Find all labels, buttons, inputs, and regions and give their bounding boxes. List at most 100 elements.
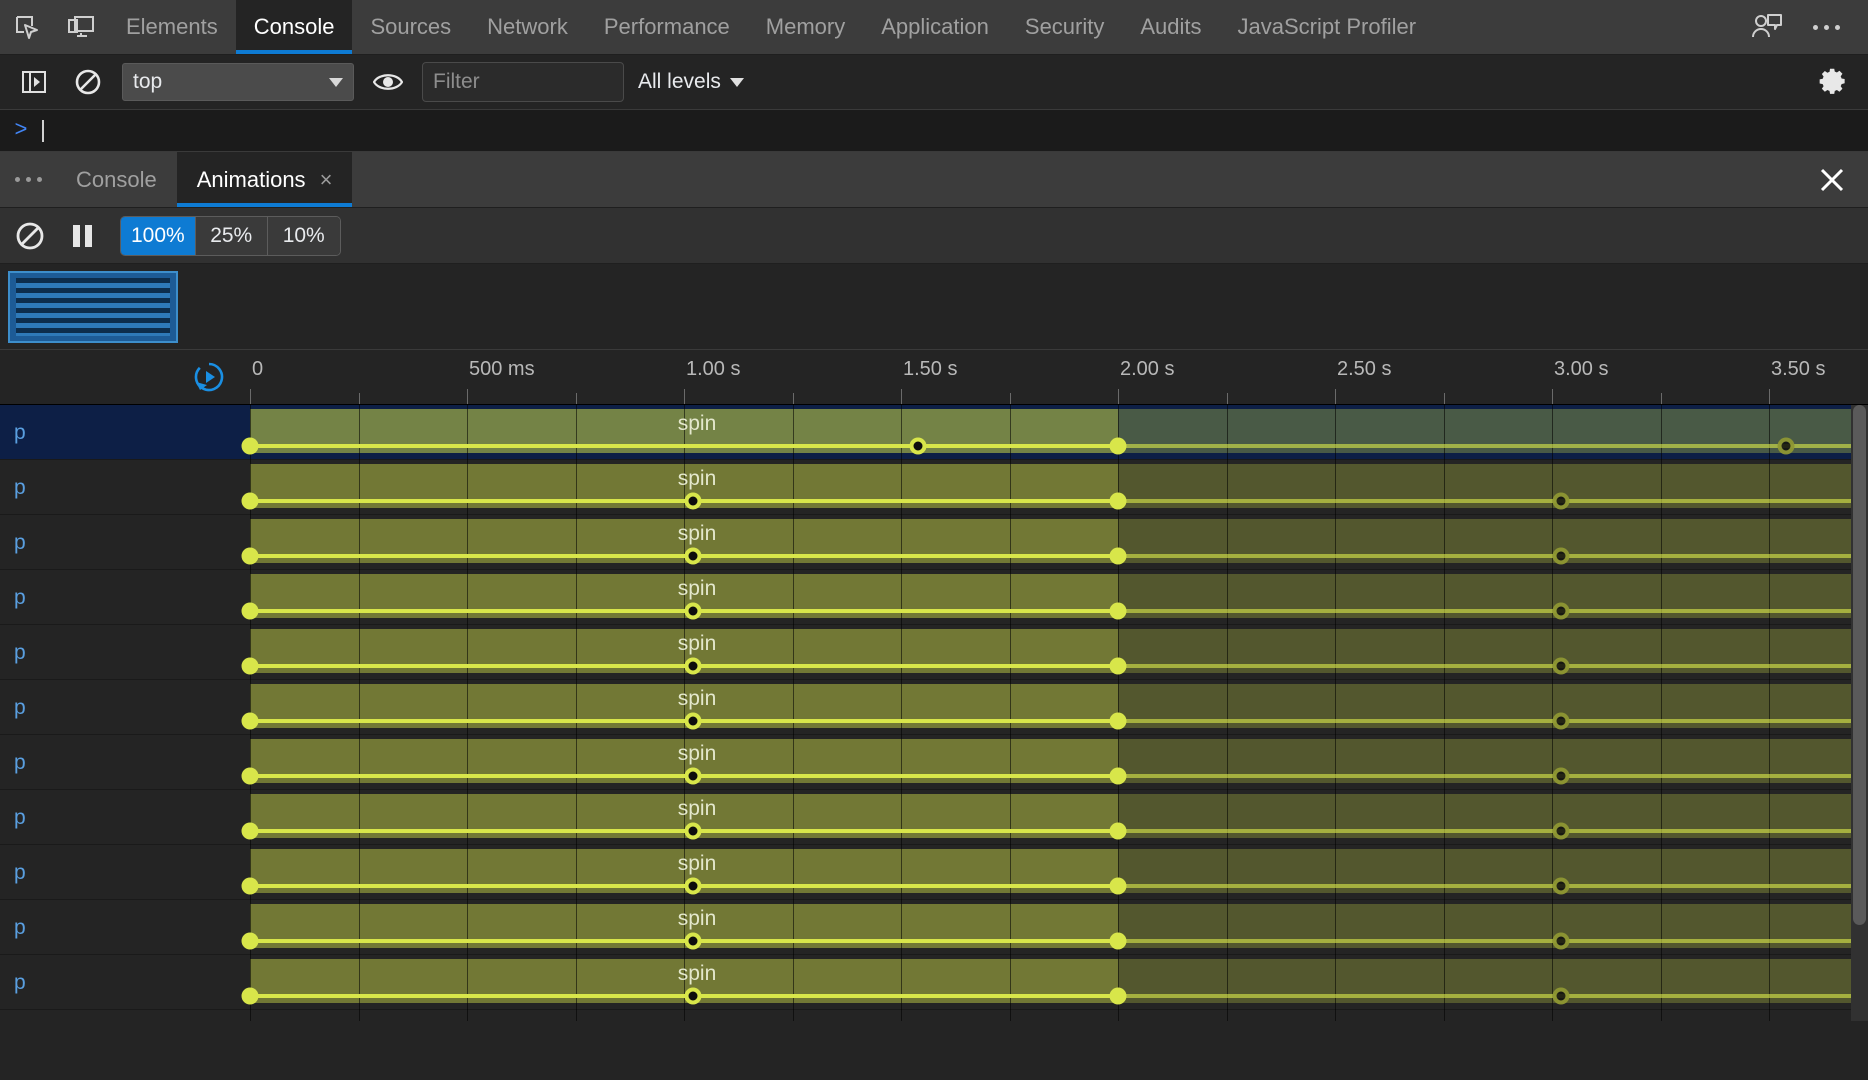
keyframe-midpoint[interactable] (1552, 877, 1570, 895)
keyframe-midpoint[interactable] (684, 602, 702, 620)
drawer-tab-console[interactable]: Console (56, 152, 177, 207)
animation-row[interactable]: p spin (0, 955, 1868, 1010)
more-options-icon[interactable] (1800, 7, 1852, 47)
animation-row[interactable]: p spin (0, 845, 1868, 900)
clear-animations-icon[interactable] (12, 218, 48, 254)
tab-elements[interactable]: Elements (108, 0, 236, 54)
animation-row-track[interactable]: spin (241, 460, 1868, 514)
console-prompt-input[interactable] (42, 119, 44, 142)
keyframe-midpoint[interactable] (684, 987, 702, 1005)
animation-row-track[interactable]: spin (241, 625, 1868, 679)
animation-row[interactable]: p spin (0, 515, 1868, 570)
keyframe-endpoint[interactable] (241, 712, 259, 730)
keyframe-midpoint[interactable] (1552, 767, 1570, 785)
keyframe-endpoint[interactable] (241, 657, 259, 675)
animation-row[interactable]: p spin (0, 405, 1868, 460)
clear-console-icon[interactable] (68, 62, 108, 102)
tab-sources[interactable]: Sources (352, 0, 469, 54)
device-toolbar-icon[interactable] (54, 0, 108, 54)
keyframe-endpoint[interactable] (1109, 767, 1127, 785)
timeline-ruler[interactable]: 0 500 ms 1.00 s 1.50 s 2.00 s 2.50 s 3.00 s 3.5… (0, 350, 1868, 405)
keyframe-endpoint[interactable] (1109, 932, 1127, 950)
keyframe-endpoint[interactable] (241, 492, 259, 510)
animation-row[interactable]: p spin (0, 460, 1868, 515)
tab-network[interactable]: Network (469, 0, 586, 54)
keyframe-midpoint[interactable] (684, 712, 702, 730)
keyframe-endpoint[interactable] (241, 877, 259, 895)
keyframe-midpoint[interactable] (1552, 492, 1570, 510)
settings-gear-icon[interactable] (1814, 62, 1854, 102)
keyframe-endpoint[interactable] (1109, 712, 1127, 730)
close-tab-icon[interactable]: × (320, 168, 333, 191)
animation-row-track[interactable]: spin (241, 570, 1868, 624)
close-drawer-button[interactable] (1796, 152, 1868, 207)
keyframe-midpoint[interactable] (684, 547, 702, 565)
keyframe-endpoint[interactable] (1109, 987, 1127, 1005)
keyframe-midpoint[interactable] (684, 492, 702, 510)
animation-row-track[interactable]: spin (241, 790, 1868, 844)
animation-row[interactable]: p spin (0, 735, 1868, 790)
animation-row-track[interactable]: spin (241, 405, 1868, 459)
keyframe-midpoint[interactable] (684, 822, 702, 840)
animation-row-track[interactable]: spin (241, 680, 1868, 734)
animation-row-track[interactable]: spin (241, 845, 1868, 899)
keyframe-endpoint[interactable] (1109, 657, 1127, 675)
keyframe-endpoint[interactable] (241, 602, 259, 620)
drawer-more-icon[interactable] (0, 152, 56, 207)
tab-performance[interactable]: Performance (586, 0, 748, 54)
keyframe-midpoint[interactable] (1552, 602, 1570, 620)
keyframe-midpoint[interactable] (684, 932, 702, 950)
tab-memory[interactable]: Memory (748, 0, 863, 54)
speed-button-10[interactable]: 10% (267, 216, 340, 255)
animation-row-track[interactable]: spin (241, 955, 1868, 1009)
pause-all-icon[interactable] (64, 218, 100, 254)
animation-row[interactable]: p spin (0, 900, 1868, 955)
scrollbar-thumb[interactable] (1853, 405, 1866, 925)
animation-row-track[interactable]: spin (241, 735, 1868, 789)
keyframe-endpoint[interactable] (1109, 877, 1127, 895)
animation-row[interactable]: p spin (0, 625, 1868, 680)
filter-input[interactable] (422, 62, 624, 102)
keyframe-midpoint[interactable] (684, 657, 702, 675)
feedback-person-icon[interactable] (1740, 13, 1794, 41)
speed-button-100[interactable]: 100% (121, 216, 196, 255)
keyframe-endpoint[interactable] (241, 987, 259, 1005)
keyframe-midpoint[interactable] (1552, 822, 1570, 840)
keyframe-endpoint[interactable] (1109, 492, 1127, 510)
keyframe-midpoint[interactable] (909, 437, 927, 455)
animation-row[interactable]: p spin (0, 790, 1868, 845)
keyframe-endpoint[interactable] (1109, 437, 1127, 455)
keyframe-midpoint[interactable] (1552, 987, 1570, 1005)
animation-row-track[interactable]: spin (241, 515, 1868, 569)
tab-javascript-profiler[interactable]: JavaScript Profiler (1220, 0, 1435, 54)
console-sidebar-icon[interactable] (14, 62, 54, 102)
keyframe-endpoint[interactable] (1109, 602, 1127, 620)
keyframe-midpoint[interactable] (1552, 657, 1570, 675)
keyframe-midpoint[interactable] (1552, 932, 1570, 950)
tab-security[interactable]: Security (1007, 0, 1122, 54)
speed-button-25[interactable]: 25% (195, 216, 268, 255)
live-expression-eye-icon[interactable] (368, 62, 408, 102)
animation-row[interactable]: p spin (0, 570, 1868, 625)
keyframe-endpoint[interactable] (241, 767, 259, 785)
vertical-scrollbar[interactable] (1851, 405, 1868, 1021)
keyframe-midpoint[interactable] (684, 767, 702, 785)
animation-row[interactable]: p spin (0, 680, 1868, 735)
keyframe-midpoint[interactable] (684, 877, 702, 895)
tab-console[interactable]: Console (235, 0, 353, 54)
tab-application[interactable]: Application (863, 0, 1007, 54)
keyframe-endpoint[interactable] (241, 437, 259, 455)
animation-group-preview[interactable] (8, 270, 178, 343)
keyframe-endpoint[interactable] (241, 547, 259, 565)
log-levels-select[interactable]: All levels (638, 70, 744, 94)
keyframe-endpoint[interactable] (241, 822, 259, 840)
inspect-element-icon[interactable] (0, 0, 54, 54)
keyframe-endpoint[interactable] (1109, 547, 1127, 565)
drawer-tab-animations[interactable]: Animations × (176, 152, 353, 207)
keyframe-midpoint[interactable] (1552, 712, 1570, 730)
keyframe-midpoint[interactable] (1552, 547, 1570, 565)
tab-audits[interactable]: Audits (1122, 0, 1219, 54)
keyframe-endpoint[interactable] (241, 932, 259, 950)
replay-animation-icon[interactable] (192, 360, 226, 399)
keyframe-midpoint[interactable] (1777, 437, 1795, 455)
